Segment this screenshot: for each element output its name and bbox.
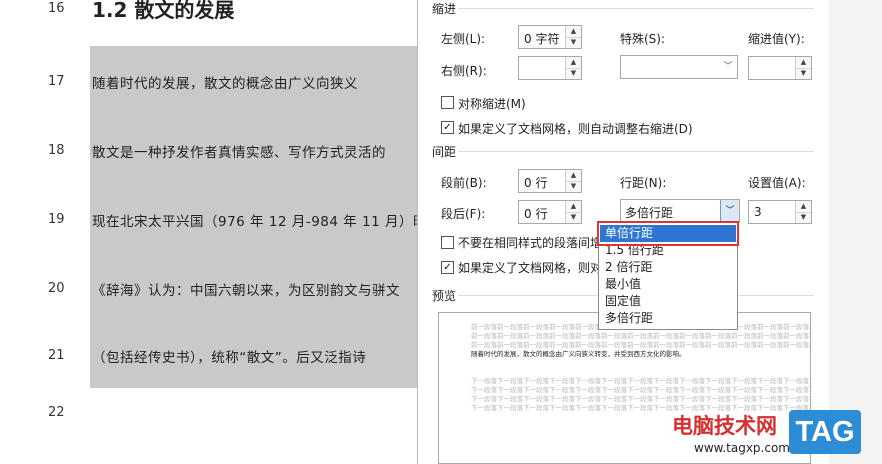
- space-after-value: 0 行: [524, 207, 548, 221]
- line-number: 17: [48, 74, 65, 89]
- option-multiple[interactable]: 多倍行距: [600, 310, 736, 327]
- left-indent-label: 左侧(L):: [441, 32, 486, 46]
- option-exactly[interactable]: 固定值: [600, 293, 736, 310]
- line-number: 21: [48, 348, 65, 363]
- line-number: 19: [48, 212, 65, 227]
- left-indent-value: 0 字符: [524, 32, 560, 46]
- spacing-section-title: 间距: [432, 145, 457, 159]
- right-indent-input[interactable]: ▲ ▼: [518, 56, 582, 80]
- watermark-tag-logo: TAG: [789, 410, 861, 454]
- preview-section-title: 预览: [432, 289, 457, 303]
- set-value-input[interactable]: 3 ▲ ▼: [748, 200, 812, 224]
- indent-value-input[interactable]: ▲ ▼: [748, 56, 812, 80]
- set-value: 3: [754, 205, 762, 219]
- auto-adjust-label: 如果定义了文档网格，则自动调整右缩进(D): [458, 122, 693, 136]
- mirror-indent-checkbox[interactable]: [441, 96, 454, 109]
- watermark-site-name: 电脑技术网: [672, 414, 777, 438]
- left-indent-input[interactable]: 0 字符 ▲ ▼: [518, 25, 582, 49]
- paragraph-line: （包括经传史书），统称“散文”。后又泛指诗: [92, 350, 367, 366]
- space-before-label: 段前(B):: [441, 176, 487, 190]
- paragraph-line: 散文是一种抒发作者真情实感、写作方式灵活的: [92, 145, 386, 161]
- indent-section-title: 缩进: [432, 2, 457, 16]
- line-spacing-value: 多倍行距: [625, 206, 674, 220]
- no-space-same-style-checkbox[interactable]: [441, 236, 454, 249]
- preview-sample-text: 随着时代的发展，散文的概念由广义向狭义转变，并受到西方文化的影响。: [471, 350, 686, 358]
- snap-to-grid-checkbox[interactable]: ✓: [441, 261, 454, 274]
- spin-down-icon[interactable]: ▼: [566, 181, 581, 192]
- paragraph-line: 《辞海》认为：中国六朝以来，为区别韵文与骈文: [92, 283, 400, 299]
- spin-down-icon[interactable]: ▼: [566, 37, 581, 48]
- heading: 1.2 散文的发展: [92, 0, 235, 22]
- highlight-box: [597, 221, 739, 246]
- chevron-down-icon[interactable]: ﹀: [720, 200, 739, 222]
- divider: [458, 8, 814, 9]
- spin-down-icon[interactable]: ▼: [566, 68, 581, 79]
- divider: [458, 151, 814, 152]
- special-indent-label: 特殊(S):: [620, 32, 666, 46]
- auto-adjust-checkbox[interactable]: ✓: [441, 121, 454, 134]
- paragraph-line: 随着时代的发展，散文的概念由广义向狭义: [92, 76, 358, 92]
- option-at-least[interactable]: 最小值: [600, 276, 736, 293]
- chevron-down-icon[interactable]: ﹀: [719, 56, 737, 78]
- space-before-input[interactable]: 0 行 ▲ ▼: [518, 169, 582, 193]
- right-indent-label: 右侧(R):: [441, 64, 487, 78]
- line-number: 20: [48, 281, 65, 296]
- special-indent-select[interactable]: ﹀: [620, 55, 738, 79]
- line-spacing-label: 行距(N):: [620, 176, 667, 190]
- spin-down-icon[interactable]: ▼: [796, 68, 811, 79]
- spin-down-icon[interactable]: ▼: [566, 212, 581, 223]
- option-double[interactable]: 2 倍行距: [600, 259, 736, 276]
- line-number: 18: [48, 143, 65, 158]
- document-area[interactable]: 16 1.2 散文的发展 17 随着时代的发展，散文的概念由广义向狭义 18 散…: [0, 0, 420, 464]
- background-area: [829, 0, 882, 464]
- indent-value-label: 缩进值(Y):: [748, 32, 805, 46]
- mirror-indent-label: 对称缩进(M): [458, 97, 526, 111]
- space-after-label: 段后(F):: [441, 207, 486, 221]
- line-number: 22: [48, 405, 65, 420]
- space-after-input[interactable]: 0 行 ▲ ▼: [518, 200, 582, 224]
- watermark-url: www.tagxp.com: [694, 441, 790, 455]
- line-number: 16: [48, 1, 65, 16]
- space-before-value: 0 行: [524, 176, 548, 190]
- paragraph-line: 现在北宋太平兴国（976 年 12 月-984 年 11 月）时: [92, 214, 420, 230]
- set-value-label: 设置值(A):: [748, 176, 806, 190]
- spin-down-icon[interactable]: ▼: [796, 212, 811, 223]
- line-spacing-select[interactable]: 多倍行距 ﹀: [620, 199, 740, 223]
